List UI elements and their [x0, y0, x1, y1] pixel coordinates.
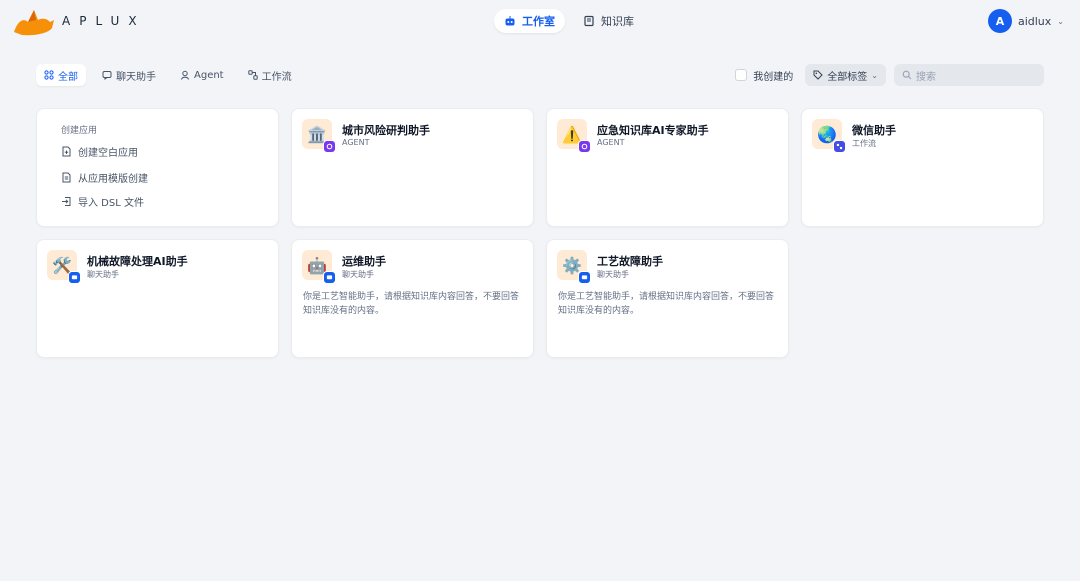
tab-all-label: 全部 [58, 71, 78, 83]
workflow-badge-icon [833, 140, 846, 153]
logo-text: APLUX [62, 14, 146, 28]
agent-icon [181, 70, 189, 80]
fox-logo-icon [14, 10, 54, 36]
search-box[interactable]: 搜索 [894, 64, 1044, 86]
app-description: 你是工艺智能助手，请根据知识库内容回答，不要回答知识库没有的内容。 [303, 292, 520, 316]
app-name: 应急知识库AI专家助手 [597, 124, 709, 137]
app-name: 工艺故障助手 [597, 255, 663, 268]
chat-badge-icon [578, 271, 591, 284]
file-plus-icon [62, 146, 71, 157]
grid-icon [44, 70, 54, 80]
app-name: 运维助手 [342, 255, 386, 268]
app-type: AGENT [597, 138, 625, 147]
app-type-tabs: 全部 聊天助手 Agent 工作流 [36, 64, 300, 86]
app-name: 微信助手 [852, 124, 896, 137]
app-name: 城市风险研判助手 [342, 124, 430, 137]
book-icon [584, 15, 594, 27]
app-description: 你是工艺智能助手，请根据知识库内容回答，不要回答知识库没有的内容。 [558, 292, 775, 316]
search-icon [902, 70, 912, 80]
app-type: 聊天助手 [87, 270, 119, 279]
app-name: 机械故障处理AI助手 [87, 255, 188, 268]
app-icon: 🏛️ [302, 119, 336, 153]
tag-filter-label: 全部标签 [827, 71, 868, 83]
agent-badge-icon [323, 140, 336, 153]
main-nav: 工作室 知识库 [494, 9, 644, 33]
filter-bar: 我创建的 全部标签 ⌄ 搜索 [735, 64, 1044, 86]
app-type: 聊天助手 [597, 270, 629, 279]
tab-agent[interactable]: Agent [172, 64, 232, 86]
robot-icon [505, 16, 515, 26]
app-type: 聊天助手 [342, 270, 374, 279]
tab-all[interactable]: 全部 [36, 64, 86, 86]
create-app-title: 创建应用 [61, 126, 98, 136]
app-card[interactable]: 🤖 运维助手 聊天助手 你是工艺智能助手，请根据知识库内容回答，不要回答知识库没… [291, 239, 534, 358]
app-card[interactable]: 🏛️ 城市风险研判助手 AGENT [291, 108, 534, 227]
tab-chat-label: 聊天助手 [116, 71, 156, 83]
create-app-card: 创建应用 创建空白应用 从应用模版创建 导入 DSL 文件 [36, 108, 279, 227]
chevron-down-icon: ⌄ [1057, 16, 1064, 26]
nav-studio-label: 工作室 [522, 15, 555, 28]
top-header: APLUX 工作室 知识库 A aidlux ⌄ [0, 0, 1080, 42]
user-menu[interactable]: A aidlux ⌄ [987, 9, 1064, 33]
nav-knowledge-label: 知识库 [601, 15, 634, 28]
template-icon [62, 172, 71, 183]
avatar: A [987, 9, 1012, 33]
app-icon: 🤖 [302, 250, 336, 284]
create-blank-app-button[interactable]: 创建空白应用 [61, 144, 138, 159]
user-name: aidlux [1017, 14, 1052, 28]
app-icon: 🛠️ [47, 250, 81, 284]
app-card[interactable]: 🌏 微信助手 工作流 [801, 108, 1044, 227]
chat-badge-icon [323, 271, 336, 284]
created-by-me-label: 我创建的 [753, 71, 794, 83]
app-card[interactable]: ⚠️ 应急知识库AI专家助手 AGENT [546, 108, 789, 227]
app-card[interactable]: 🛠️ 机械故障处理AI助手 聊天助手 [36, 239, 279, 358]
app-icon: ⚙️ [557, 250, 591, 284]
app-icon: 🌏 [812, 119, 846, 153]
workflow-icon [247, 70, 258, 80]
chat-badge-icon [68, 271, 81, 284]
tag-filter-select[interactable]: 全部标签 ⌄ [805, 64, 886, 86]
search-input[interactable]: 搜索 [916, 68, 936, 83]
nav-knowledge[interactable]: 知识库 [573, 9, 644, 33]
tab-agent-label: Agent [194, 69, 224, 81]
logo[interactable]: APLUX [12, 6, 146, 36]
app-card[interactable]: ⚙️ 工艺故障助手 聊天助手 你是工艺智能助手，请根据知识库内容回答，不要回答知… [546, 239, 789, 358]
tab-workflow-label: 工作流 [261, 71, 292, 83]
tag-icon [813, 70, 824, 80]
import-dsl-label: 导入 DSL 文件 [78, 198, 144, 209]
app-icon: ⚠️ [557, 119, 591, 153]
tab-workflow[interactable]: 工作流 [240, 64, 300, 86]
created-by-me-checkbox[interactable] [735, 69, 748, 81]
chat-icon [102, 71, 112, 80]
create-from-template-label: 从应用模版创建 [78, 174, 148, 185]
nav-studio[interactable]: 工作室 [494, 9, 565, 33]
chevron-down-icon: ⌄ [871, 70, 878, 80]
tab-chat[interactable]: 聊天助手 [94, 64, 164, 86]
app-type: AGENT [342, 138, 370, 147]
created-by-me-toggle[interactable]: 我创建的 [735, 68, 793, 83]
app-type: 工作流 [852, 139, 876, 148]
import-icon [62, 197, 71, 206]
import-dsl-button[interactable]: 导入 DSL 文件 [61, 194, 144, 209]
agent-badge-icon [578, 140, 591, 153]
create-from-template-button[interactable]: 从应用模版创建 [61, 170, 148, 185]
create-blank-app-label: 创建空白应用 [78, 148, 138, 159]
